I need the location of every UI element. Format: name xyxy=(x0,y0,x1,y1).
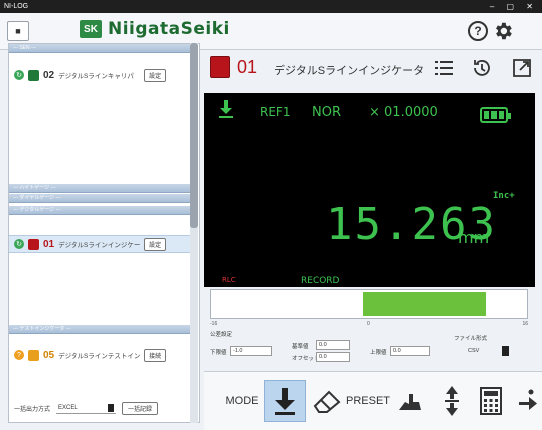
logo-text: NiigataSeiki xyxy=(108,19,230,39)
item-number: 05 xyxy=(43,349,55,361)
list-item[interactable]: ↻ 02 デジタルSラインキャリパ 設定 xyxy=(9,66,191,84)
status-warning-icon: ? xyxy=(14,350,24,360)
upper-limit-label: 上限値 xyxy=(370,350,387,356)
history-icon[interactable] xyxy=(470,56,494,80)
lower-limit-field[interactable]: -1.0 xyxy=(230,346,272,356)
list-item-selected[interactable]: ↻ 01 デジタルSラインインジケータ 設定 xyxy=(9,235,191,253)
file-format-value[interactable]: CSV xyxy=(468,348,479,354)
calculator-icon xyxy=(480,387,502,415)
file-format-label: ファイル形式 xyxy=(454,336,488,342)
test-indicator-device-icon xyxy=(28,349,39,361)
status-online-icon: ↻ xyxy=(14,239,24,249)
device-list-panel[interactable]: --- SEN --- ↻ 02 デジタルSラインキャリパ 設定 --- ハイト… xyxy=(8,43,200,423)
group-header[interactable]: --- テストインジケータ --- xyxy=(9,325,191,334)
indicator-device-icon xyxy=(210,56,230,78)
group-header[interactable]: --- デジタルゲージ --- xyxy=(9,206,191,215)
reference-label: REF1 xyxy=(260,105,291,119)
hold-button[interactable] xyxy=(392,380,428,422)
item-name: デジタルSラインインジケータ xyxy=(58,242,141,249)
group-header[interactable]: --- SEN --- xyxy=(9,44,191,53)
sidebar-scrollbar[interactable] xyxy=(190,43,198,423)
scale-min: -16 xyxy=(210,321,218,327)
lower-limit-label: 下限値 xyxy=(210,350,227,356)
record-button[interactable] xyxy=(264,380,306,422)
eraser-icon xyxy=(313,390,341,413)
preset-button[interactable]: PRESET xyxy=(346,380,390,422)
group-header[interactable]: --- ダイヤルゲージ --- xyxy=(9,194,191,203)
window-controls[interactable]: – ▢ ✕ xyxy=(490,2,538,11)
scale-max: 16 xyxy=(522,321,528,327)
chevron-down-icon[interactable] xyxy=(502,346,509,356)
tolerance-bar xyxy=(210,289,528,319)
output-format-label: 一括出力方式 xyxy=(14,407,51,413)
item-name: デジタルSラインキャリパ xyxy=(58,73,134,80)
zero-shift-button[interactable] xyxy=(436,380,468,422)
settings-button[interactable]: 設定 xyxy=(144,237,167,251)
hand-pointer-icon xyxy=(399,394,421,410)
reference-value-label: 基準値 xyxy=(292,344,309,350)
tolerance-bar-fill xyxy=(363,292,486,316)
offset-field[interactable]: 0.0 xyxy=(316,352,350,362)
brand-logo: SK NiigataSeiki xyxy=(80,19,230,39)
arrow-right-icon xyxy=(519,389,537,410)
bottom-toolbar: MODE PRESET xyxy=(204,371,542,430)
arrow-right-button[interactable] xyxy=(514,380,540,422)
group-header[interactable]: --- ハイトゲージ --- xyxy=(9,184,191,193)
tolerance-settings: 公差設定 下限値 -1.0 基準値 0.0 オフセット 0.0 上限値 0.0 … xyxy=(210,330,530,368)
download-icon xyxy=(219,100,233,118)
scale-zero: 0 xyxy=(367,321,370,327)
rlc-indicator: RLC xyxy=(222,276,236,284)
output-format-select[interactable]: EXCEL xyxy=(56,404,117,414)
upper-limit-field[interactable]: 0.0 xyxy=(390,346,430,356)
reference-value-field[interactable]: 0.0 xyxy=(316,340,350,350)
logo-mark: SK xyxy=(80,20,102,38)
window-title: NI-LOG xyxy=(4,3,29,10)
chevron-down-icon xyxy=(108,404,115,412)
list-icon[interactable] xyxy=(432,56,456,80)
record-indicator: RECORD xyxy=(301,276,340,286)
device-number: 01 xyxy=(237,57,258,77)
item-number: 01 xyxy=(43,238,55,250)
battery-icon xyxy=(480,107,511,123)
settings-button[interactable]: 設定 xyxy=(144,68,167,82)
help-icon[interactable]: ? xyxy=(468,21,488,41)
download-arrow-icon xyxy=(275,388,295,415)
window-titlebar: NI-LOG – ▢ ✕ xyxy=(0,0,542,13)
measurement-unit: mm xyxy=(458,228,490,247)
list-item[interactable]: ? 05 デジタルSラインテストインジケータ 接続 xyxy=(9,346,191,364)
status-online-icon: ↻ xyxy=(14,70,24,80)
device-header: 01 デジタルSラインインジケータ xyxy=(204,50,542,88)
up-down-arrows-icon xyxy=(445,386,459,416)
scrollbar-thumb[interactable] xyxy=(190,43,198,228)
bulk-export-button[interactable]: 一括記録 xyxy=(122,402,159,415)
mode-button[interactable]: MODE xyxy=(222,380,262,422)
gear-icon[interactable] xyxy=(492,20,514,42)
mode-indicator: NOR xyxy=(312,105,341,120)
calculator-button[interactable] xyxy=(474,380,508,422)
measurement-display: REF1 NOR × 01.0000 Inc+ 15.263 mm RLC RE… xyxy=(204,93,535,287)
device-title: デジタルSラインインジケータ xyxy=(274,65,425,77)
factor-indicator: × 01.0000 xyxy=(369,105,438,120)
clear-button[interactable] xyxy=(308,380,346,422)
connect-button[interactable]: 接続 xyxy=(144,348,167,362)
settings-section-label: 公差設定 xyxy=(210,332,233,338)
item-number: 02 xyxy=(43,69,55,81)
caliper-device-icon xyxy=(28,69,39,81)
indicator-device-icon xyxy=(28,238,39,250)
item-name: デジタルSラインテストインジケータ xyxy=(58,353,141,360)
menu-button[interactable]: ■ xyxy=(7,21,29,41)
bulk-output-bar: 一括出力方式 EXCEL 一括記録 xyxy=(14,402,159,415)
external-window-icon[interactable] xyxy=(510,56,534,80)
